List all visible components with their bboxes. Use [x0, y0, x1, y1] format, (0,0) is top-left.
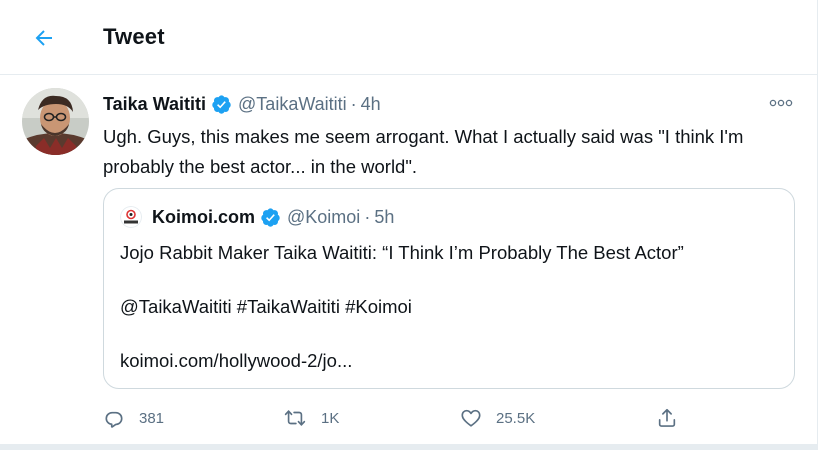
- more-icon: [769, 99, 793, 107]
- tweet-actions: 381 1K 25.5K: [103, 402, 703, 434]
- verified-badge-icon: [260, 207, 281, 228]
- reply-button[interactable]: 381: [103, 402, 164, 434]
- tweet-author-line: Taika Waititi @TaikaWaititi · 4h: [103, 92, 381, 116]
- retweet-icon: [283, 407, 307, 429]
- author-handle[interactable]: @TaikaWaititi: [238, 94, 347, 115]
- retweet-button[interactable]: 1K: [283, 402, 339, 434]
- like-count: 25.5K: [496, 409, 536, 427]
- verified-badge-icon: [211, 94, 232, 115]
- author-avatar[interactable]: [22, 88, 89, 155]
- tweet-text: Ugh. Guys, this makes me seem arrogant. …: [103, 126, 744, 177]
- more-options-button[interactable]: [763, 90, 799, 116]
- reply-count: 381: [139, 409, 165, 427]
- column-border: [817, 0, 818, 450]
- like-button[interactable]: 25.5K: [460, 402, 535, 434]
- page-title: Tweet: [103, 24, 165, 49]
- quoted-headline: Jojo Rabbit Maker Taika Waititi: “I Thin…: [120, 242, 684, 263]
- quoted-avatar: [120, 206, 142, 228]
- quoted-tweet[interactable]: Koimoi.com @Koimoi · 5h Jojo Rabbit Make…: [103, 188, 795, 389]
- timeline-divider: [0, 444, 818, 450]
- header: Tweet: [0, 0, 818, 75]
- author-name[interactable]: Taika Waititi: [103, 94, 206, 115]
- separator-dot: ·: [350, 93, 357, 114]
- quoted-author-name: Koimoi.com: [152, 206, 256, 227]
- share-icon: [656, 407, 678, 429]
- reply-icon: [103, 407, 125, 429]
- like-icon: [460, 407, 482, 429]
- back-button[interactable]: [26, 20, 62, 56]
- quoted-author-line: Koimoi.com @Koimoi · 5h: [120, 205, 394, 229]
- retweet-count: 1K: [321, 409, 340, 427]
- share-button[interactable]: [656, 402, 678, 434]
- tweet-timestamp[interactable]: 4h: [361, 94, 381, 115]
- quoted-hashtags: @TaikaWaititi #TaikaWaititi #Koimoi: [120, 296, 412, 317]
- separator-dot: ·: [364, 206, 371, 227]
- quoted-text: Jojo Rabbit Maker Taika Waititi: “I Thin…: [120, 241, 780, 373]
- quoted-link: koimoi.com/hollywood-2/jo...: [120, 350, 353, 371]
- quoted-timestamp: 5h: [374, 206, 395, 227]
- quoted-author-handle: @Koimoi: [287, 206, 361, 227]
- back-arrow-icon: [32, 26, 56, 50]
